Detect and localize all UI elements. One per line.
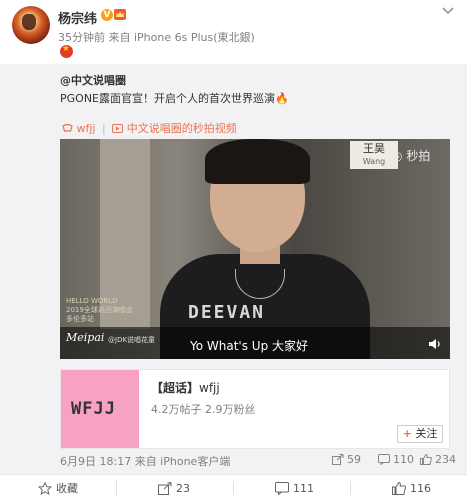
like-count: 116 bbox=[410, 481, 431, 495]
author-name[interactable]: 杨宗纬 bbox=[58, 8, 97, 27]
repost-author-link[interactable]: @中文说唱圈 bbox=[60, 72, 126, 88]
action-divider bbox=[116, 481, 117, 495]
repost-comment-stat[interactable]: 110 bbox=[378, 453, 414, 466]
repost-share-stat[interactable]: 59 bbox=[332, 453, 361, 466]
fire-icon: 🔥 bbox=[275, 92, 289, 105]
like-button[interactable]: 116 bbox=[392, 475, 431, 500]
link-separator: | bbox=[101, 122, 106, 135]
comment-icon bbox=[275, 481, 289, 495]
volume-icon[interactable] bbox=[428, 338, 442, 350]
action-bar: 收藏 23 111 116 bbox=[0, 474, 467, 500]
action-divider bbox=[233, 481, 234, 495]
follow-label: 关注 bbox=[415, 427, 438, 440]
share-icon bbox=[332, 454, 344, 465]
vip-crown-icon bbox=[114, 9, 126, 20]
repost-share-count: 59 bbox=[347, 453, 361, 466]
name-tag-en: Wang bbox=[362, 157, 386, 166]
repost-block: @中文说唱圈 PGONE露面官宣！开启个人的首次世界巡演🔥 wfjj | 中文说… bbox=[0, 64, 467, 474]
wfjj-tag[interactable]: wfjj bbox=[62, 122, 99, 135]
super-topic-stats: 4.2万帖子 2.9万粉丝 bbox=[151, 403, 256, 416]
comment-count: 111 bbox=[293, 481, 314, 495]
video-link[interactable]: 中文说唱圈的秒拍视频 bbox=[112, 122, 237, 135]
super-topic-icon bbox=[62, 123, 73, 132]
chevron-down-icon[interactable] bbox=[441, 6, 455, 16]
super-topic-prefix: 【超话】 bbox=[151, 381, 200, 395]
meipai-id: @JDK说唱花童 bbox=[108, 336, 156, 344]
repost-like-stat[interactable]: 234 bbox=[420, 453, 456, 466]
verified-badge-icon: V bbox=[101, 9, 113, 21]
share-count: 23 bbox=[176, 481, 190, 495]
overlay-line3: 多伦多站 bbox=[66, 315, 94, 323]
video-watermark: ◎ 秒拍 bbox=[392, 147, 430, 164]
repost-text-body: PGONE露面官宣！开启个人的首次世界巡演 bbox=[60, 92, 275, 105]
repost-time[interactable]: 6月9日 18:17 来自 iPhone客户端 bbox=[60, 453, 230, 469]
video-link-row: wfjj | 中文说唱圈的秒拍视频 bbox=[62, 120, 237, 136]
name-tag-cn: 王昊 bbox=[363, 142, 385, 155]
favorite-label: 收藏 bbox=[56, 482, 78, 495]
wfjj-tag-label: wfjj bbox=[76, 122, 96, 135]
super-topic-name: wfjj bbox=[199, 381, 220, 395]
video-link-label: 中文说唱圈的秒拍视频 bbox=[126, 122, 237, 135]
repost-text: PGONE露面官宣！开启个人的首次世界巡演🔥 bbox=[60, 90, 289, 106]
video-name-tag: 王昊 Wang bbox=[350, 141, 398, 169]
video-person-hair bbox=[205, 139, 310, 184]
star-icon bbox=[38, 481, 52, 495]
video-play-icon bbox=[112, 124, 124, 133]
overlay-line1: HELLO WORLD bbox=[66, 297, 118, 305]
thumbs-up-icon bbox=[392, 481, 406, 495]
action-divider bbox=[350, 481, 351, 495]
video-player[interactable]: DEEVAN 王昊 Wang ◎ 秒拍 HELLO WORLD 2019全球巡回… bbox=[60, 139, 450, 359]
share-button[interactable]: 23 bbox=[158, 475, 190, 500]
favorite-button[interactable]: 收藏 bbox=[38, 475, 78, 500]
super-topic-thumbnail: WFJJ bbox=[61, 370, 139, 448]
meipai-brand: Meipai bbox=[66, 331, 105, 344]
watermark-text: 秒拍 bbox=[406, 149, 431, 163]
super-topic-card[interactable]: WFJJ 【超话】wfjj 4.2万帖子 2.9万粉丝 + 关注 bbox=[60, 369, 450, 449]
share-icon bbox=[158, 481, 172, 495]
watermark-logo-icon: ◎ bbox=[392, 149, 403, 163]
repost-info-row: 6月9日 18:17 来自 iPhone客户端 59 110 234 bbox=[60, 453, 456, 469]
video-subtitle: Yo What's Up 大家好 bbox=[190, 339, 309, 353]
post-meta: 35分钟前 来自 iPhone 6s Plus(東北銀) bbox=[58, 31, 255, 44]
thumbs-up-icon bbox=[420, 454, 432, 465]
plus-icon: + bbox=[402, 427, 412, 440]
author-avatar[interactable] bbox=[12, 6, 50, 44]
video-shirt-text: DEEVAN bbox=[188, 302, 266, 323]
super-topic-title[interactable]: 【超话】wfjj bbox=[151, 379, 220, 396]
video-overlay-text: HELLO WORLD 2019全球巡回演唱会 多伦多站 bbox=[66, 297, 133, 324]
post-header: 杨宗纬 V 35分钟前 来自 iPhone 6s Plus(東北銀) bbox=[0, 0, 467, 64]
national-flag-badge-icon bbox=[60, 44, 73, 58]
overlay-line2: 2019全球巡回演唱会 bbox=[66, 306, 133, 314]
follow-button[interactable]: + 关注 bbox=[397, 425, 443, 443]
comment-icon bbox=[378, 454, 390, 465]
thumbnail-text: WFJJ bbox=[71, 399, 116, 419]
comment-button[interactable]: 111 bbox=[275, 475, 314, 500]
repost-comment-count: 110 bbox=[393, 453, 414, 466]
repost-like-count: 234 bbox=[435, 453, 456, 466]
